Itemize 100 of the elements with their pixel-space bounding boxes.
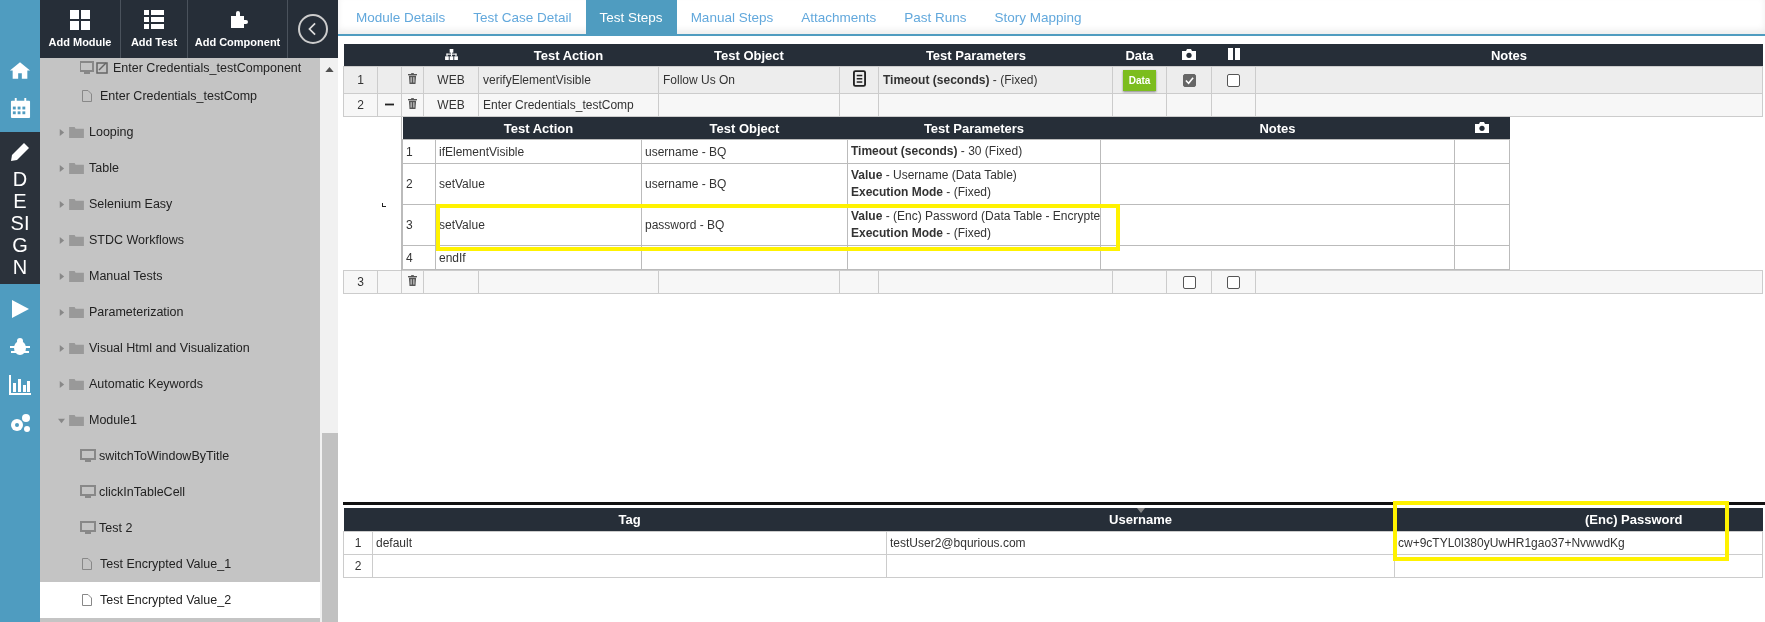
pencil-icon [10,142,30,162]
step-row[interactable]: 2 WEB Enter Credentials_testComp [343,93,1763,117]
home-icon[interactable] [9,61,31,80]
row-number: 1 [406,144,413,159]
bug-icon[interactable] [10,337,30,357]
folder-icon [69,162,84,174]
caret-right-icon[interactable] [58,308,65,316]
folder-icon [69,270,84,282]
play-icon[interactable] [10,299,30,319]
column-header: Test Parameters [923,120,1025,136]
monitor-icon [80,449,96,463]
column-header: Data [1125,47,1154,63]
column-header: Tag [618,512,641,527]
row-number: 4 [406,250,413,265]
bar-chart-icon[interactable] [9,375,31,395]
table-cell: password - BQ [645,218,725,232]
folder-icon [69,378,84,390]
document-icon[interactable] [852,70,866,87]
step-row[interactable]: 1 WEB verifyElementVisible Follow Us On Timeout (seconds) - (Fixed) Data [343,66,1763,94]
checkbox[interactable] [1182,74,1196,88]
tree-folder[interactable]: Selenium Easy [40,186,320,222]
design-section[interactable]: DESIGN [0,132,40,284]
column-header: Username [1109,512,1172,527]
column-header: Test Action [533,47,604,63]
checkbox[interactable] [1182,276,1196,290]
table-cell: Follow Us On [663,73,736,87]
folder-icon [69,342,84,354]
calendar-icon[interactable] [9,98,31,119]
trash-icon[interactable] [408,275,417,286]
step-row[interactable]: 3 [343,270,1763,294]
scroll-up-icon[interactable] [325,67,334,72]
caret-right-icon[interactable] [58,200,65,208]
grid-icon [70,10,90,30]
checkbox[interactable] [1227,276,1240,290]
tree-folder[interactable]: Automatic Keywords [40,366,320,402]
checkbox[interactable] [1227,74,1240,88]
caret-right-icon[interactable] [58,344,65,352]
table-cell: username - BQ [645,177,727,191]
parameter-text: Timeout (seconds) - 30 (Fixed) [851,143,1024,160]
toolbar-button[interactable]: Add Test [121,0,188,58]
column-header: Test Object [709,120,780,136]
tree-item[interactable]: clickInTableCell [40,474,320,510]
caret-right-icon[interactable] [58,272,65,280]
tree-folder[interactable]: Looping [40,114,320,150]
trash-icon[interactable] [408,73,417,84]
table-cell: Enter Credentials_testComp [483,98,634,112]
tree-item[interactable]: Test Encrypted Value_1 [40,546,320,582]
table-cell: WEB [437,98,465,112]
gears-icon[interactable] [9,413,31,433]
tree-folder[interactable]: Table [40,150,320,186]
column-header: Notes [1490,47,1528,63]
list-icon [144,10,164,30]
toolbar-button[interactable]: Add Module [40,0,121,58]
row-number: 2 [406,177,413,191]
folder-icon [69,234,84,246]
folder-icon [69,126,84,138]
tree-folder[interactable]: STDC Workflows [40,222,320,258]
section-label: DESIGN [9,168,31,278]
table-cell: setValue [439,218,485,232]
trash-icon[interactable] [408,98,417,109]
row-number: 2 [357,98,364,112]
column-header: Notes [1259,120,1296,136]
parameter-text: Timeout (seconds) - (Fixed) [883,71,1039,89]
row-number: 3 [357,275,364,289]
column-header: Test Parameters [925,47,1027,63]
tree-item[interactable]: Test 2 [40,510,320,546]
tree-folder[interactable]: Parameterization [40,294,320,330]
folder-icon [69,306,84,318]
column-header: Test Action [503,120,574,136]
caret-right-icon[interactable] [58,128,65,136]
toolbar-button[interactable]: Add Component [188,0,288,58]
tree-folder[interactable]: Visual Html and Visualization [40,330,320,366]
caret-right-icon[interactable] [58,236,65,244]
camera-icon [1475,121,1489,133]
scrollbar[interactable] [320,58,338,622]
caret-down-icon[interactable] [58,416,65,424]
tree-item[interactable]: Enter Credentials_testComp [40,78,320,114]
monitor-edit-icon [80,61,110,75]
caret-right-icon[interactable] [58,380,65,388]
tree-item[interactable]: Test Encrypted Value_2 [40,582,320,618]
collapse-button[interactable] [298,14,328,44]
table-cell: setValue [439,177,485,191]
tree-folder[interactable]: Module1 [40,402,320,438]
folder-icon [69,198,84,210]
document-icon [82,90,92,102]
tree-item[interactable]: switchToWindowByTitle [40,438,320,474]
pause-icon [1227,47,1240,60]
row-number: 2 [354,559,362,573]
tree-folder[interactable]: Manual Tests [40,258,320,294]
hierarchy-icon [444,48,458,60]
table-cell: testUser2@bqurious.com [890,536,1026,550]
document-icon [82,558,92,570]
table-cell: cw+9cTYL0l380yUwHR1gao37+NvwwdKg [1398,536,1625,550]
sort-icon[interactable] [1136,508,1145,513]
tree-item[interactable]: Enter Credentials_testComponent [40,58,320,78]
table-cell: username - BQ [645,144,727,159]
column-header: (Enc) Password [1584,512,1683,527]
caret-right-icon[interactable] [58,164,65,172]
document-icon [82,594,92,606]
parameter-text: Execution Mode - (Fixed) [851,184,992,201]
